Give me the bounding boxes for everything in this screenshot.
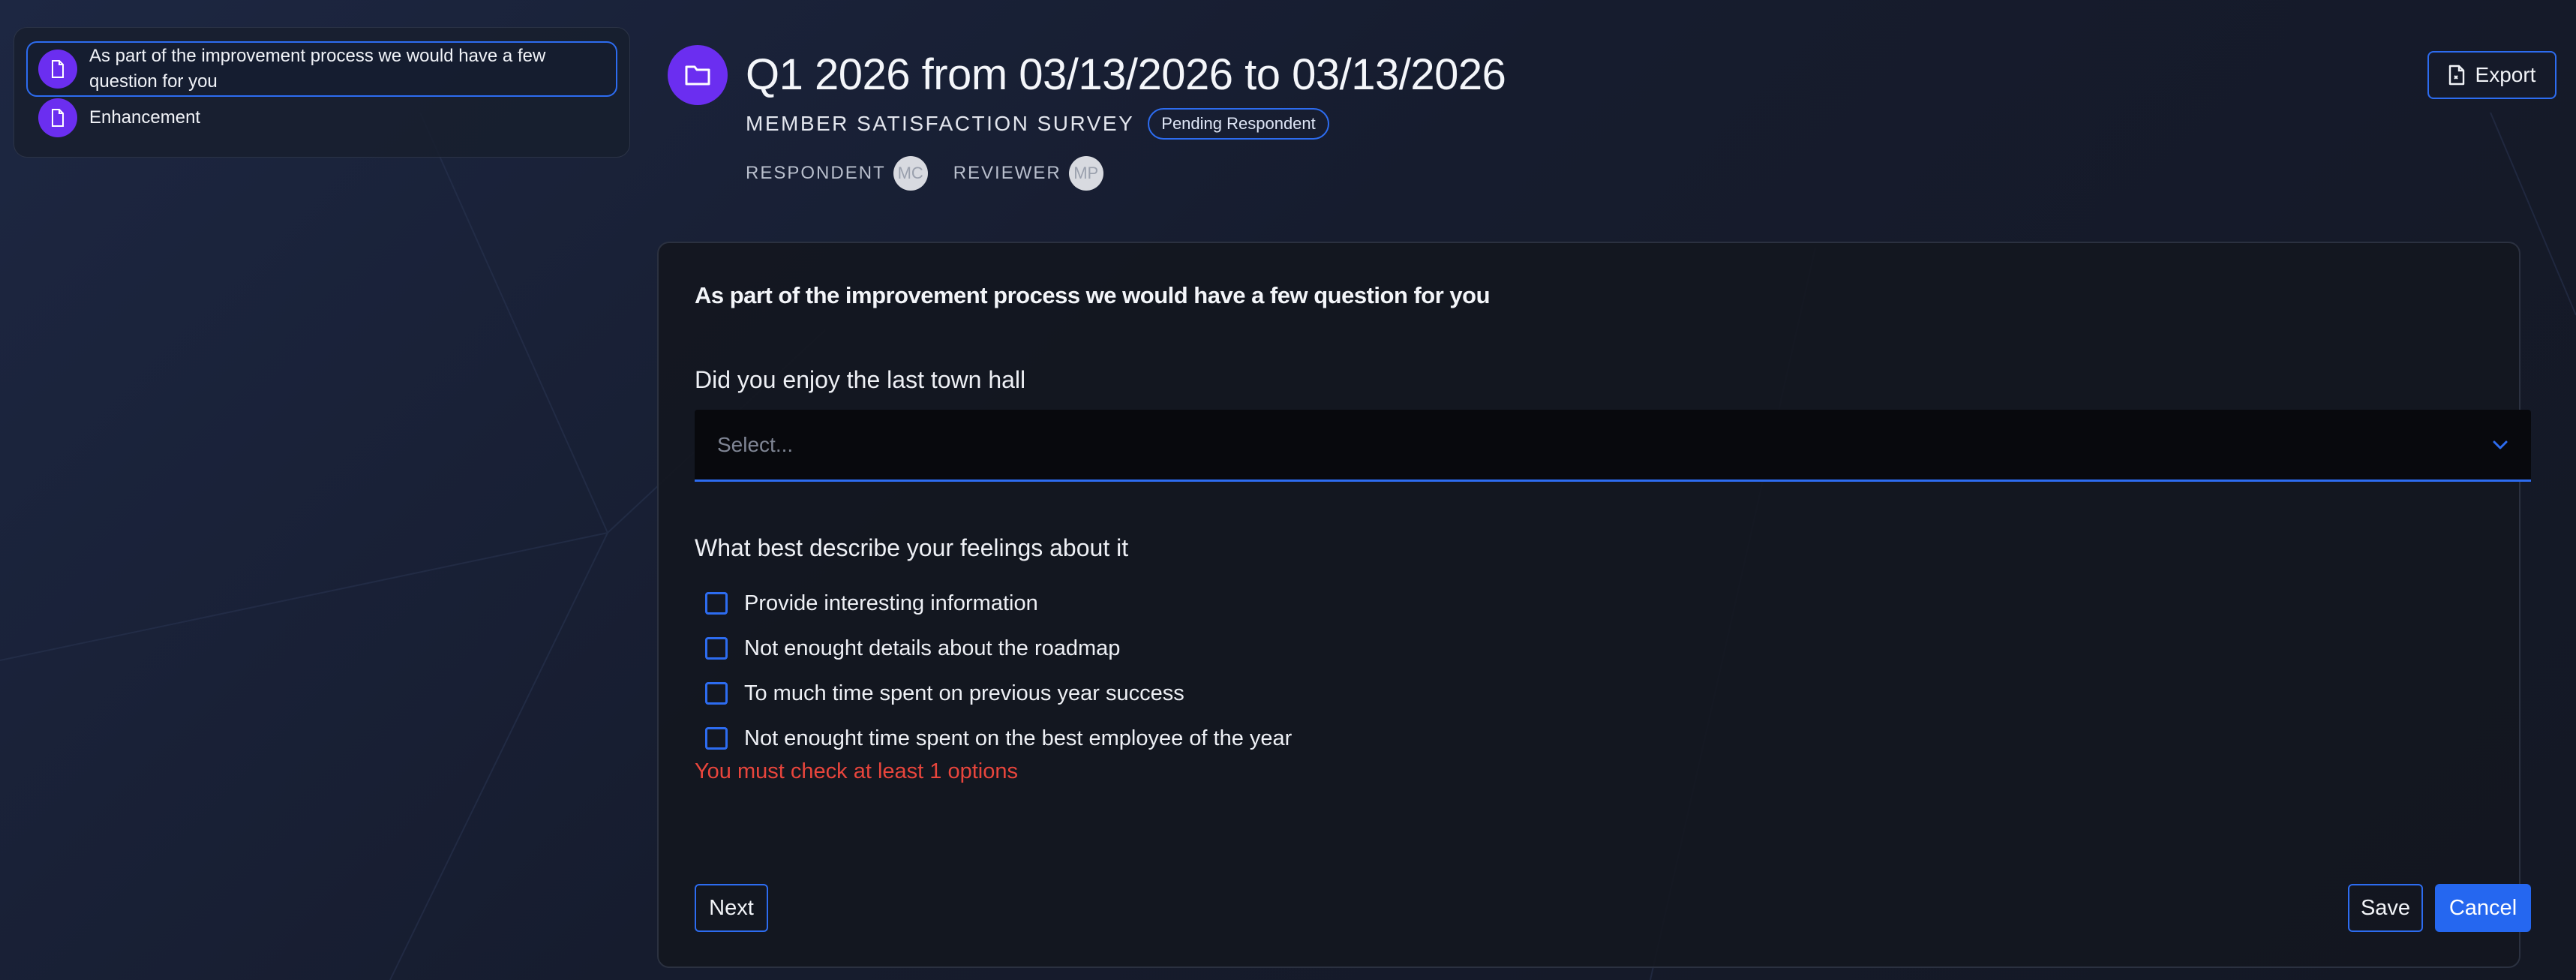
respondent-avatar[interactable]: MC — [893, 156, 928, 191]
option-roadmap-details[interactable]: Not enought details about the roadmap — [705, 626, 1292, 671]
checkbox[interactable] — [705, 637, 728, 660]
feelings-checkbox-group: Provide interesting information Not enou… — [705, 581, 1292, 761]
folder-icon — [668, 45, 728, 105]
sidebar-item-enhancement[interactable]: Enhancement — [26, 97, 617, 139]
subtitle-row: MEMBER SATISFACTION SURVEY Pending Respo… — [746, 108, 1329, 140]
save-button[interactable]: Save — [2348, 884, 2423, 932]
document-icon — [38, 50, 77, 89]
select-placeholder: Select... — [717, 432, 794, 456]
reviewer-label: REVIEWER — [953, 163, 1061, 183]
survey-form-card: As part of the improvement process we wo… — [657, 242, 2531, 968]
people-row: RESPONDENT MC REVIEWER MP — [746, 156, 1103, 191]
sidebar-item-improvement-questions[interactable]: As part of the improvement process we wo… — [26, 41, 617, 97]
page-title: Q1 2026 from 03/13/2026 to 03/13/2026 — [746, 50, 1506, 99]
export-button[interactable]: Export — [2427, 51, 2556, 99]
survey-name: MEMBER SATISFACTION SURVEY — [746, 112, 1135, 135]
export-label: Export — [2475, 63, 2536, 86]
validation-error: You must check at least 1 options — [695, 759, 1018, 783]
option-label: To much time spent on previous year succ… — [744, 681, 1184, 705]
option-label: Provide interesting information — [744, 591, 1038, 615]
town-hall-select[interactable]: Select... — [695, 410, 2531, 482]
sidebar-item-label: Enhancement — [89, 107, 201, 128]
option-previous-year-success[interactable]: To much time spent on previous year succ… — [705, 671, 1292, 716]
status-badge: Pending Respondent — [1148, 108, 1329, 140]
section-title: As part of the improvement process we wo… — [695, 282, 1491, 308]
checkbox[interactable] — [705, 727, 728, 750]
sidebar-item-label: As part of the improvement process we wo… — [89, 46, 546, 92]
checkbox[interactable] — [705, 682, 728, 705]
checkbox[interactable] — [705, 592, 728, 615]
option-best-employee[interactable]: Not enought time spent on the best emplo… — [705, 716, 1292, 761]
next-button[interactable]: Next — [695, 884, 768, 932]
cancel-button[interactable]: Cancel — [2435, 884, 2531, 932]
option-interesting-information[interactable]: Provide interesting information — [705, 581, 1292, 626]
option-label: Not enought details about the roadmap — [744, 636, 1121, 660]
respondent-label: RESPONDENT — [746, 163, 886, 183]
chevron-down-icon — [2493, 440, 2508, 449]
question-1-label: Did you enjoy the last town hall — [695, 366, 1026, 393]
reviewer-avatar[interactable]: MP — [1068, 156, 1103, 191]
document-icon — [38, 98, 77, 137]
option-label: Not enought time spent on the best emplo… — [744, 726, 1293, 750]
file-export-icon — [2448, 65, 2464, 86]
question-2-label: What best describe your feelings about i… — [695, 534, 1129, 561]
sidebar: As part of the improvement process we wo… — [14, 27, 630, 158]
